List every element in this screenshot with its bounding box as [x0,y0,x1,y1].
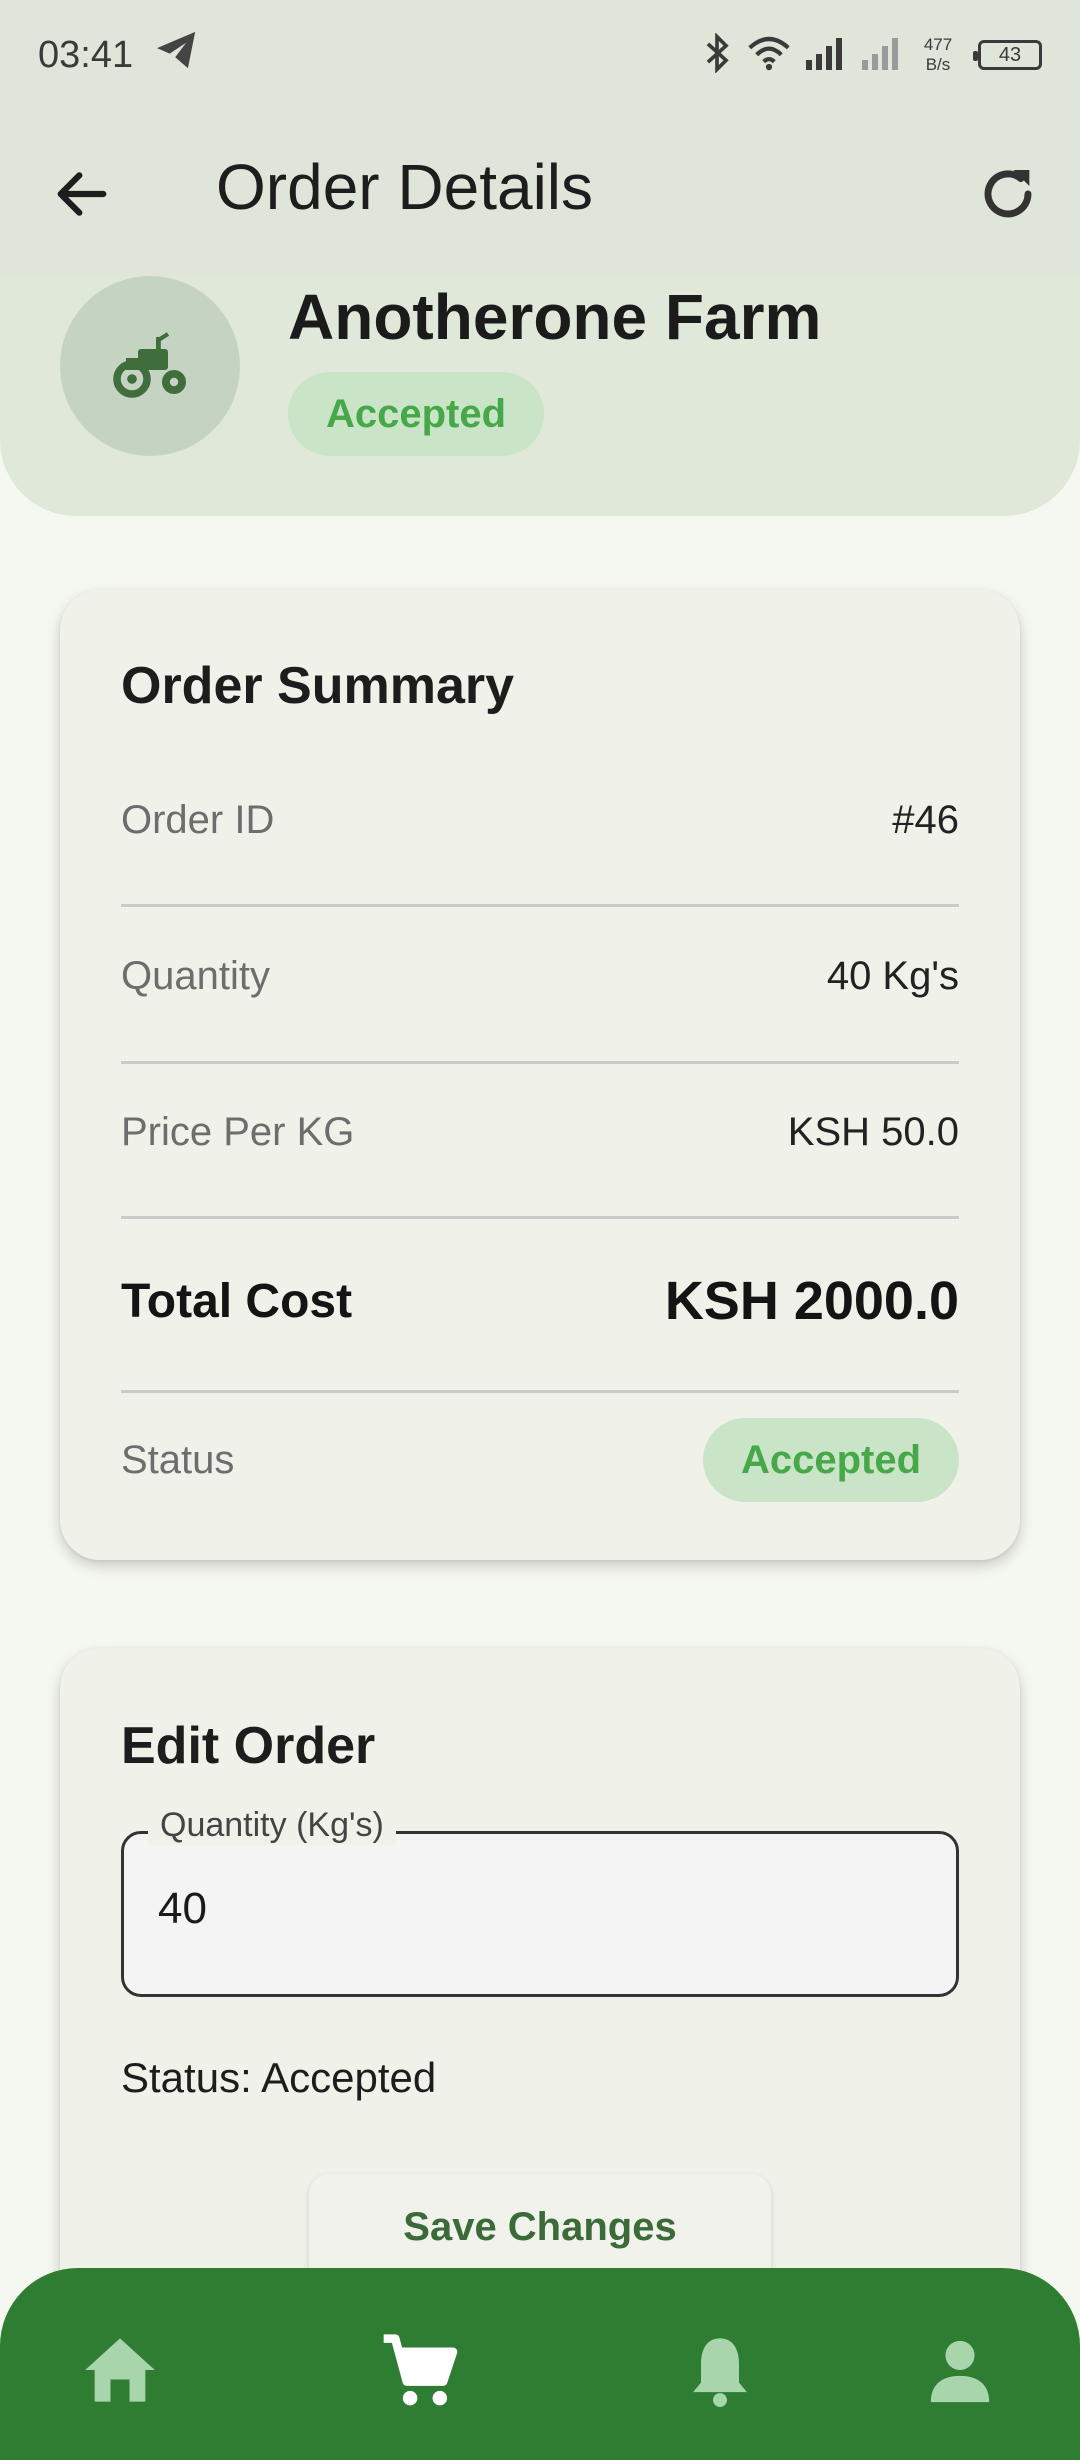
status-badge: Accepted [288,372,544,456]
battery-icon: 43 [973,40,1042,70]
farm-name: Anotherone Farm [288,281,822,353]
net-speed: 477 B/s [918,35,958,75]
battery-level: 43 [998,43,1022,66]
order-summary-card: Order Summary Order ID #46 Quantity 40 K… [60,590,1020,1560]
status-bar: 03:41 477 B/s 43 [0,0,1080,110]
wifi-icon [748,35,790,76]
quantity-label: Quantity [121,954,270,998]
status-bar-left: 03:41 [38,30,199,80]
app-bar: Order Details [0,110,1080,276]
page-title: Order Details [216,151,593,223]
divider [121,1216,959,1219]
quantity-field-label: Quantity (Kg's) [148,1806,396,1845]
farm-header: Anotherone Farm Accepted [0,240,1080,516]
quantity-row: Quantity 40 Kg's [121,954,959,999]
quantity-field[interactable]: Quantity (Kg's) [121,1806,959,1997]
divider [121,1390,959,1393]
net-speed-value: 477 [923,35,953,54]
status-time: 03:41 [38,33,134,76]
status-bar-right: 477 B/s 43 [702,31,1042,78]
price-row: Price Per KG KSH 50.0 [121,1110,959,1155]
bottom-nav [0,2268,1080,2460]
refresh-icon[interactable] [976,162,1040,226]
net-speed-unit: B/s [925,55,951,74]
order-summary-title: Order Summary [121,657,515,715]
quantity-value: 40 Kg's [826,954,959,998]
arrow-back-icon[interactable] [50,162,114,226]
price-value: KSH 50.0 [787,1110,959,1154]
edit-order-title: Edit Order [121,1717,376,1775]
price-label: Price Per KG [121,1110,355,1154]
divider [121,1061,959,1064]
order-id-value: #46 [892,798,959,842]
status-row: Status Accepted [121,1418,959,1502]
status-label: Status [121,1437,235,1482]
order-id-label: Order ID [121,798,275,842]
tractor-icon [105,328,195,405]
status-badge: Accepted [703,1418,959,1502]
quantity-input[interactable] [158,1884,918,1934]
total-cost-value: KSH 2000.0 [664,1271,959,1331]
cart-icon[interactable] [372,2322,468,2418]
total-cost-label: Total Cost [121,1274,353,1328]
telegram-icon [155,30,199,80]
home-icon[interactable] [72,2322,168,2418]
edit-status-text: Status: Accepted [121,2054,437,2101]
total-cost-row: Total Cost KSH 2000.0 [121,1270,959,1332]
person-icon[interactable] [912,2322,1008,2418]
order-id-row: Order ID #46 [121,798,959,843]
bluetooth-icon [702,31,732,78]
signal-icon-secondary [862,36,902,75]
signal-icon [806,36,846,75]
avatar [60,276,240,456]
divider [121,904,959,907]
bell-icon[interactable] [672,2322,768,2418]
